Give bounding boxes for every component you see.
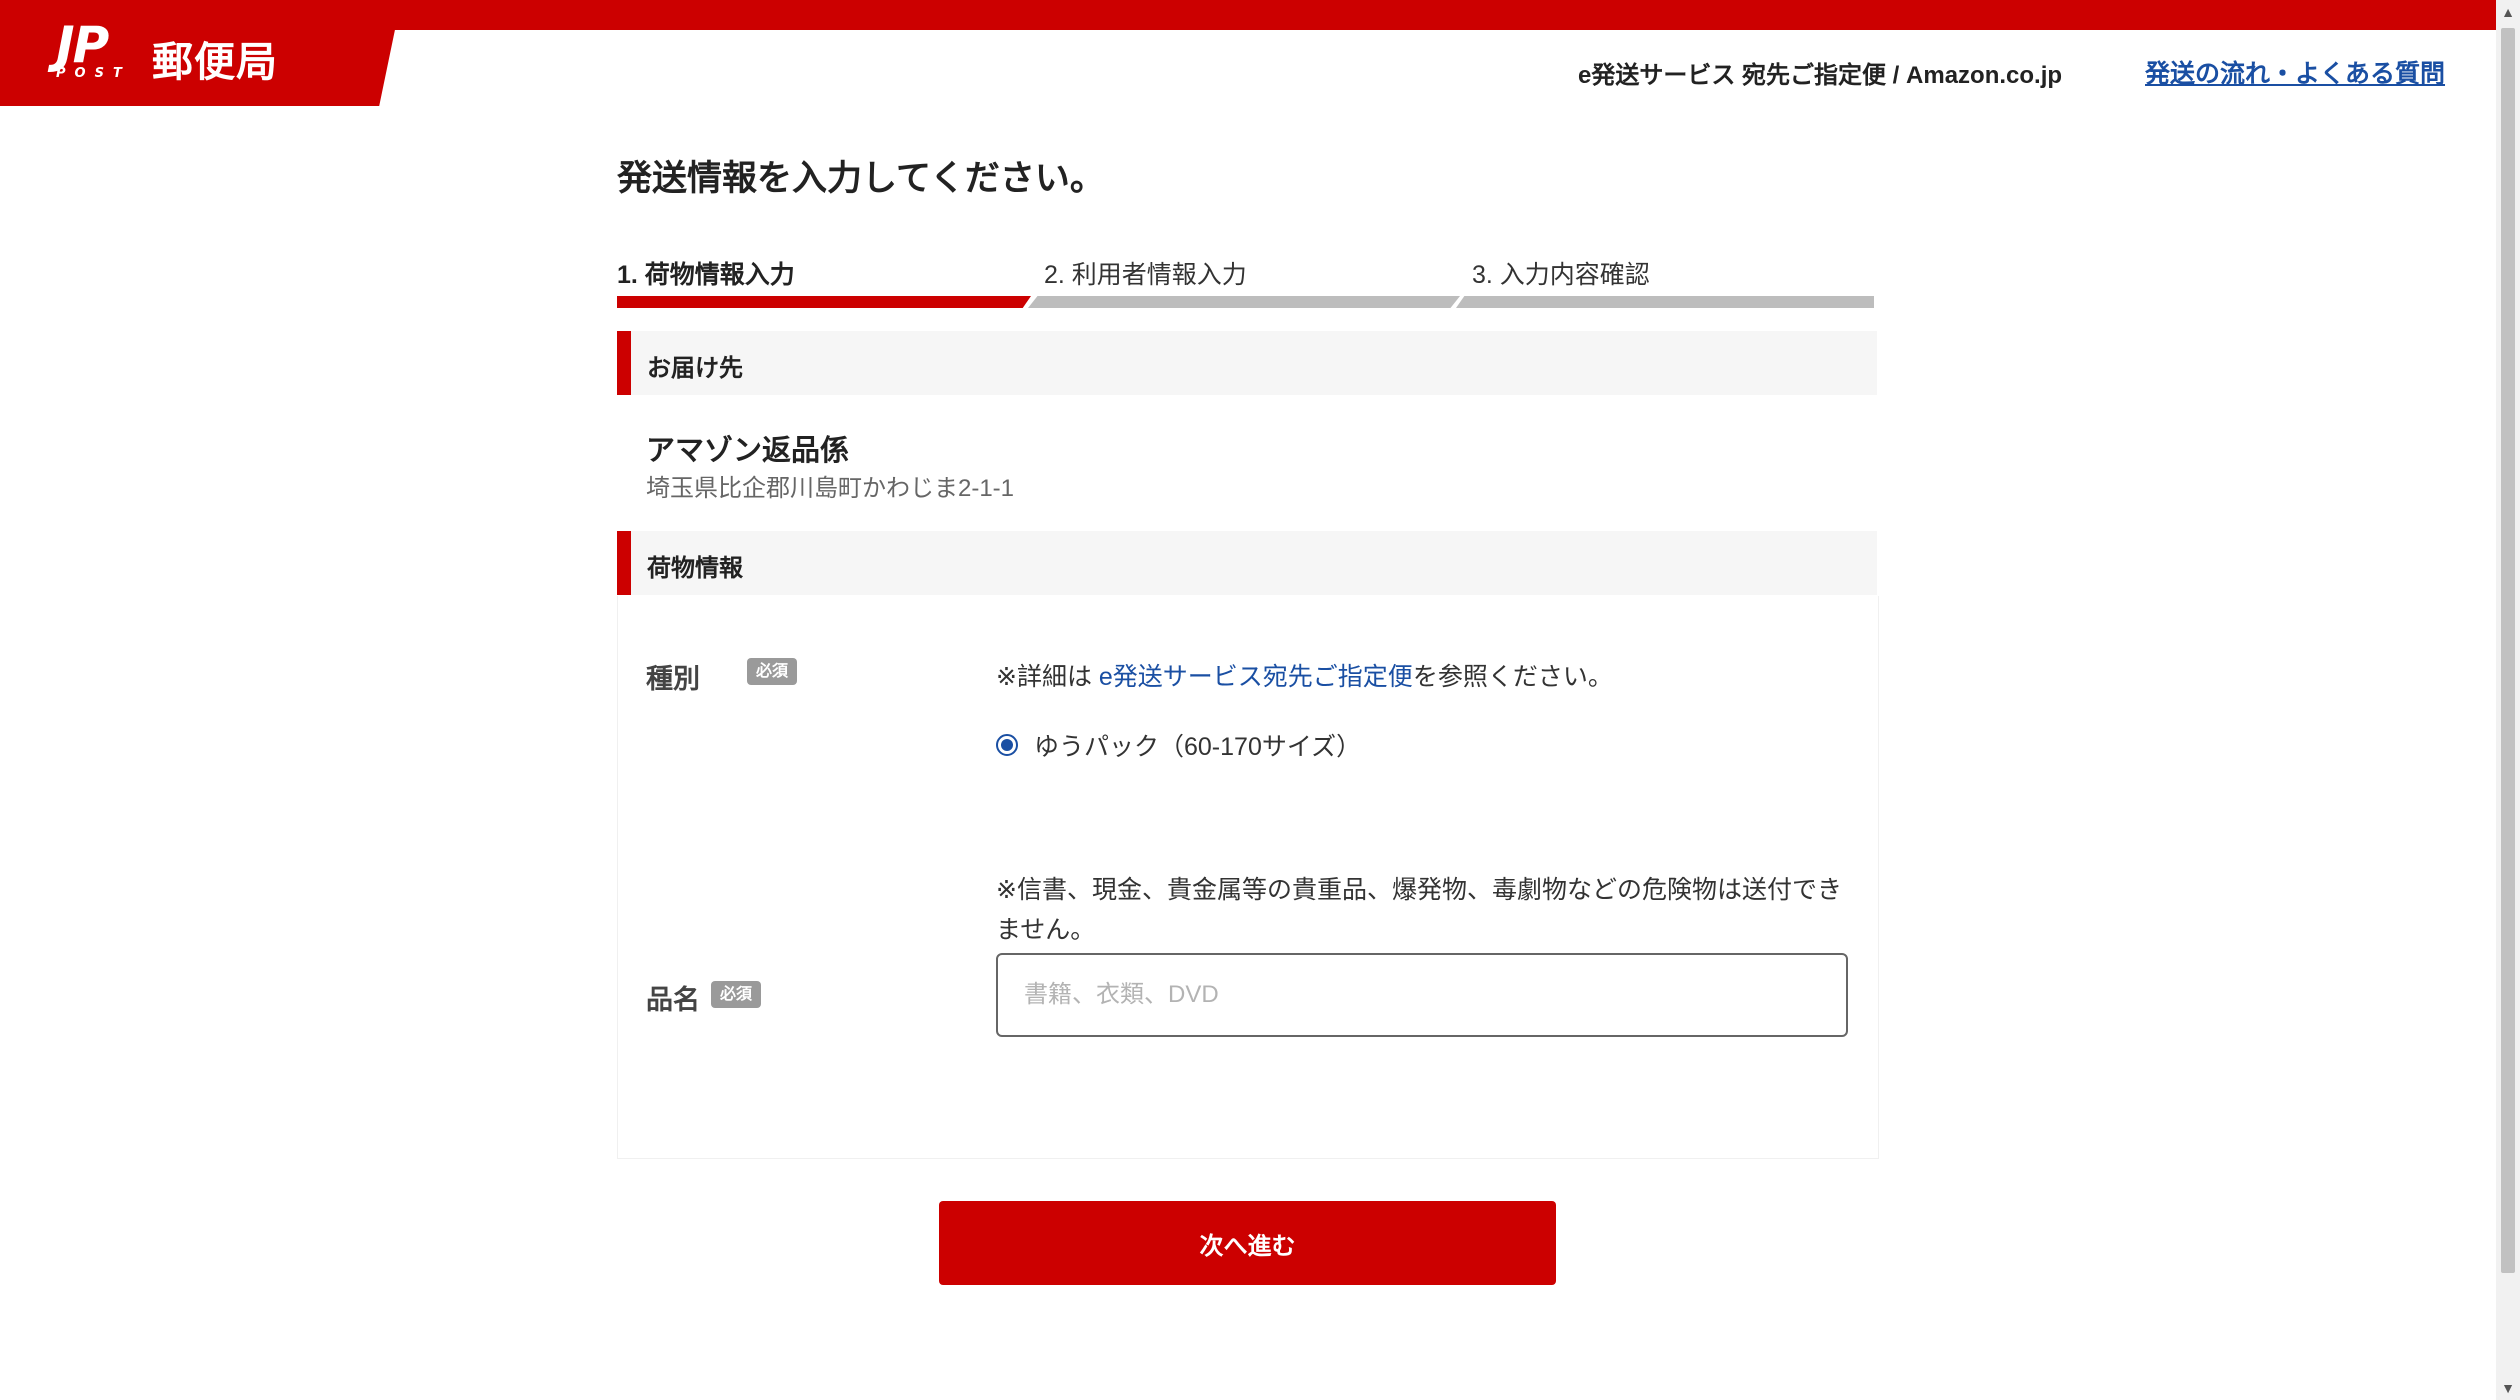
package-section-header: 荷物情報 bbox=[617, 531, 1877, 595]
item-name-label: 品名 bbox=[646, 985, 700, 1015]
scrollbar-thumb[interactable] bbox=[2501, 28, 2515, 1273]
type-note-suffix: を参照ください。 bbox=[1412, 663, 1613, 691]
step-3-bar bbox=[1456, 296, 1874, 308]
radio-selected-icon[interactable] bbox=[996, 734, 1018, 756]
type-note-prefix: ※詳細は bbox=[996, 663, 1099, 691]
logo-text: 郵便局 bbox=[152, 38, 278, 86]
item-name-required-badge: 必須 bbox=[711, 981, 762, 1009]
step-1-label: 1. 荷物情報入力 bbox=[617, 261, 795, 289]
vertical-scrollbar[interactable]: ▲ ▼ bbox=[2496, 0, 2520, 1400]
japan-post-logo[interactable]: JP POST 郵便局 bbox=[0, 0, 395, 106]
help-link[interactable]: 発送の流れ・よくある質問 bbox=[2145, 54, 2445, 90]
prohibited-items-note: ※信書、現金、貴金属等の貴重品、爆発物、毒劇物などの危険物は送付できません。 bbox=[996, 876, 1842, 944]
step-2-label: 2. 利用者情報入力 bbox=[1044, 261, 1247, 289]
item-name-input[interactable] bbox=[996, 953, 1848, 1037]
scroll-down-arrow-icon[interactable]: ▼ bbox=[2496, 1376, 2520, 1400]
type-required-badge: 必須 bbox=[747, 658, 798, 686]
next-button[interactable]: 次へ進む bbox=[939, 1201, 1556, 1285]
step-1-bar bbox=[617, 296, 1031, 308]
service-title: e発送サービス 宛先ご指定便 / Amazon.co.jp bbox=[1578, 62, 2063, 89]
package-section-title: 荷物情報 bbox=[647, 555, 743, 582]
section-accent bbox=[617, 531, 631, 595]
destination-section-title: お届け先 bbox=[647, 355, 743, 382]
logo-subtext: POST bbox=[56, 66, 131, 81]
destination-name: アマゾン返品係 bbox=[646, 435, 850, 467]
step-2-bar bbox=[1028, 296, 1460, 308]
step-3-label: 3. 入力内容確認 bbox=[1472, 261, 1650, 289]
type-note: ※詳細は e発送サービス宛先ご指定便を参照ください。 bbox=[996, 657, 1613, 693]
scroll-up-arrow-icon[interactable]: ▲ bbox=[2496, 0, 2520, 24]
page-title: 発送情報を入力してください。 bbox=[617, 159, 1105, 198]
type-label: 種別 bbox=[646, 664, 700, 694]
yupack-option[interactable]: ゆうパック（60-170サイズ） bbox=[996, 728, 1361, 762]
destination-address: 埼玉県比企郡川島町かわじま2-1-1 bbox=[646, 475, 1015, 502]
service-detail-link[interactable]: e発送サービス宛先ご指定便 bbox=[1099, 663, 1413, 691]
yupack-option-label: ゆうパック（60-170サイズ） bbox=[1034, 733, 1362, 761]
section-accent bbox=[617, 331, 631, 395]
destination-section-header: お届け先 bbox=[617, 331, 1877, 395]
logo-mark: JP bbox=[56, 16, 109, 74]
